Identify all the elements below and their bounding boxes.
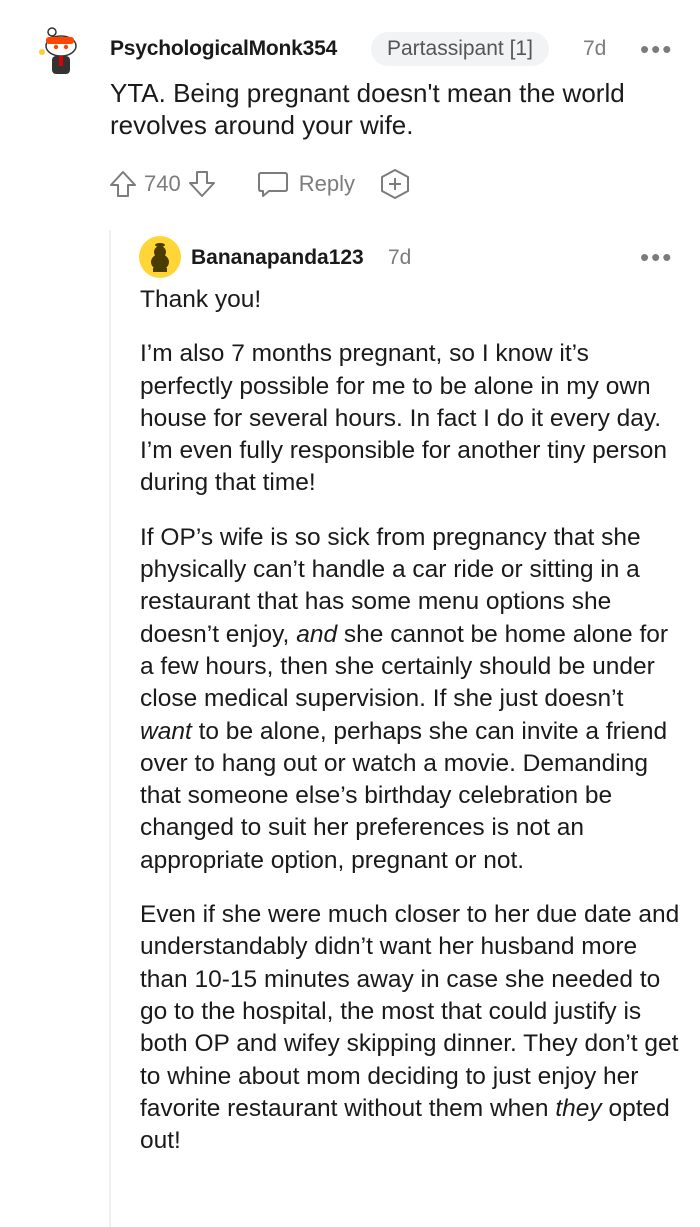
italic-text: and bbox=[296, 620, 338, 648]
more-dots-icon[interactable]: ••• bbox=[640, 34, 673, 65]
comment-body: Thank you! I’m also 7 months pregnant, s… bbox=[140, 284, 680, 1179]
timestamp: 7d bbox=[388, 246, 412, 269]
paragraph: Even if she were much closer to her due … bbox=[140, 899, 680, 1157]
award-plus-icon[interactable] bbox=[379, 168, 411, 200]
reply-button[interactable]: Reply bbox=[257, 169, 355, 199]
arrow-down-icon[interactable] bbox=[187, 169, 217, 199]
comment-actions: 740 Reply bbox=[108, 166, 411, 202]
reply-label: Reply bbox=[298, 171, 355, 196]
user-flair: Partassipant [1] bbox=[371, 32, 549, 66]
paragraph: Thank you! bbox=[140, 286, 262, 313]
paragraph: I’m also 7 months pregnant, so I know it… bbox=[140, 340, 668, 497]
speech-bubble-icon bbox=[257, 169, 289, 199]
more-dots-icon[interactable]: ••• bbox=[640, 242, 673, 273]
default-avatar-icon bbox=[139, 236, 181, 278]
vote-score: 740 bbox=[144, 171, 181, 196]
snoo-avatar-icon bbox=[39, 27, 77, 74]
italic-text: they bbox=[555, 1094, 602, 1122]
username[interactable]: Bananapanda123 bbox=[191, 246, 364, 270]
paragraph: If OP’s wife is so sick from pregnancy t… bbox=[140, 522, 680, 877]
username[interactable]: PsychologicalMonk354 bbox=[110, 37, 337, 61]
arrow-up-icon[interactable] bbox=[108, 169, 138, 199]
text-run: to be alone, perhaps she can invite a fr… bbox=[140, 717, 668, 874]
avatar[interactable] bbox=[34, 22, 90, 78]
timestamp: 7d bbox=[583, 37, 607, 60]
thread-line[interactable] bbox=[109, 230, 111, 1227]
avatar[interactable] bbox=[139, 236, 181, 278]
italic-text: want bbox=[140, 717, 192, 745]
comment-body: YTA. Being pregnant doesn't mean the wor… bbox=[110, 78, 625, 140]
text-run: Even if she were much closer to her due … bbox=[140, 901, 680, 1122]
